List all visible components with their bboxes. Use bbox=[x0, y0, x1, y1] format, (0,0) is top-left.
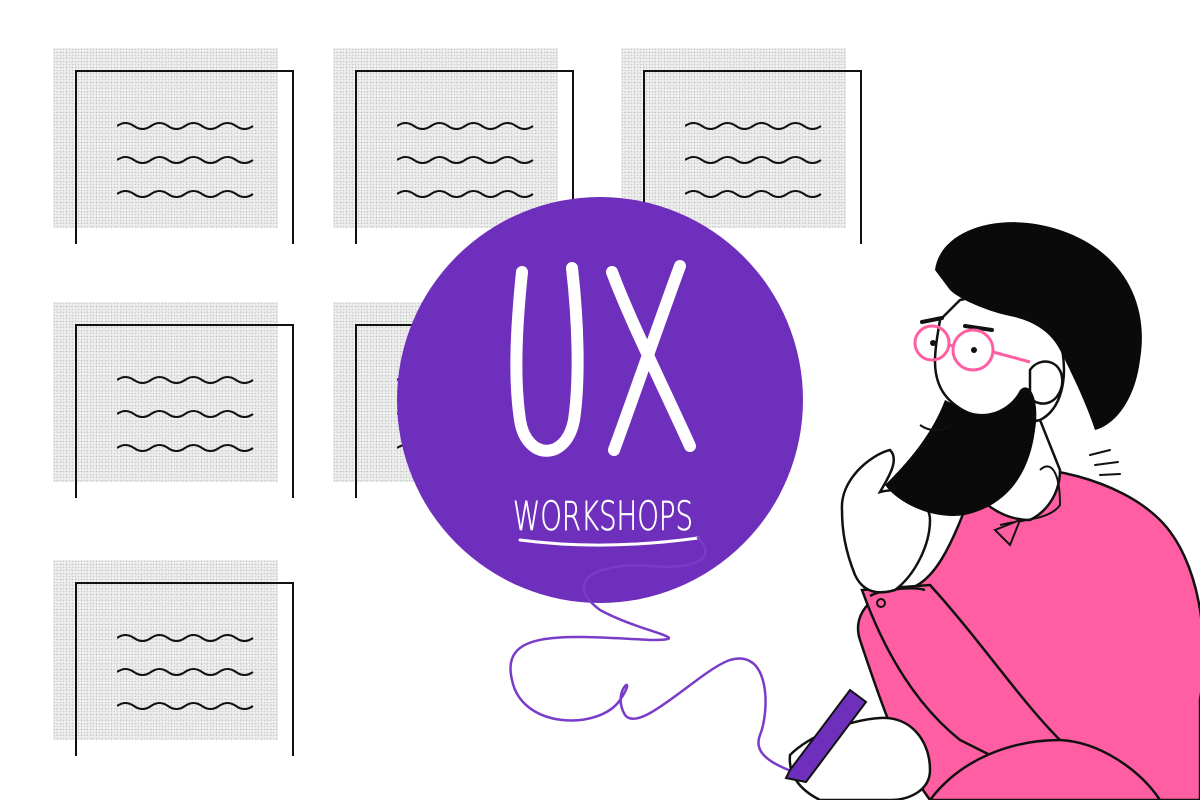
workshops-label: WORKSHOPS bbox=[513, 494, 693, 540]
ux-badge-circle bbox=[397, 197, 803, 603]
eye bbox=[930, 340, 936, 346]
ear bbox=[1028, 360, 1064, 405]
eye bbox=[971, 347, 977, 353]
motion-marks bbox=[1089, 449, 1121, 476]
illustration-canvas: UX WORKSHOPS bbox=[0, 0, 1200, 800]
person-illustration bbox=[784, 222, 1200, 800]
main-illustration: UX WORKSHOPS bbox=[397, 197, 1200, 800]
